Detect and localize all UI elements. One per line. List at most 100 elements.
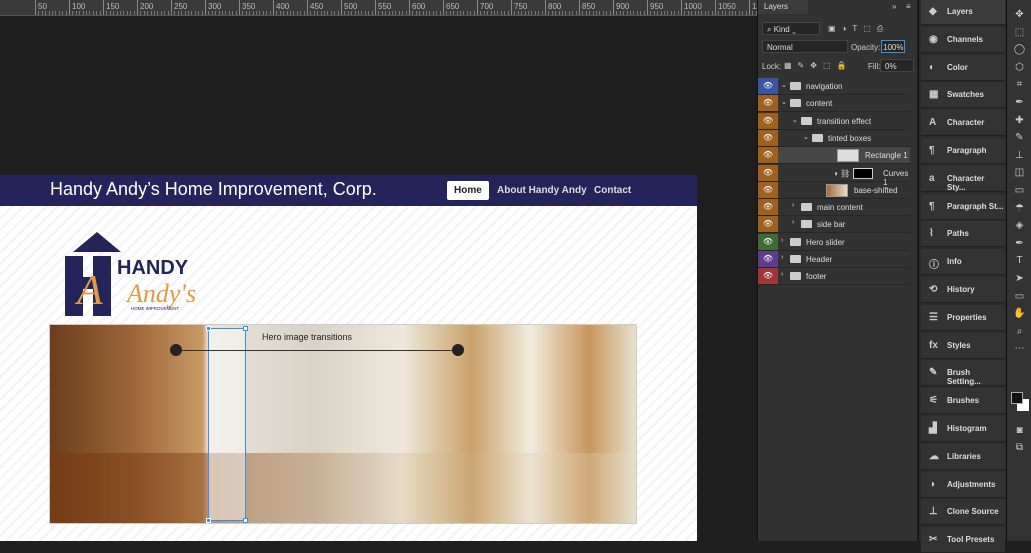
kind-filter-dropdown[interactable]: ⌕ Kind ⌄ (762, 22, 820, 35)
screen-mode-icon[interactable]: ⧉ (1007, 442, 1031, 459)
document-canvas[interactable]: Handy Andy’s Home Improvement, Corp. Hom… (0, 175, 697, 541)
tool-icon[interactable]: ▭ (1007, 291, 1031, 308)
layer-row[interactable]: 👁 ⌄ content (758, 95, 910, 113)
dock-item-character-sty[interactable]: a Character Sty... (921, 165, 1005, 192)
dock-item-channels[interactable]: ◉ Channels (921, 26, 1005, 53)
tool-icon[interactable]: ⊥ (1007, 150, 1031, 167)
layer-row[interactable]: 👁 › footer (758, 268, 910, 286)
tool-icon[interactable]: ✥ (1007, 9, 1031, 26)
collapse-icon[interactable]: » (892, 2, 896, 11)
tool-icon[interactable]: T (1007, 255, 1031, 272)
dock-item-swatches[interactable]: ▦ Swatches (921, 82, 1005, 109)
visibility-eye-icon[interactable]: 👁 (758, 95, 778, 112)
dock-item-libraries[interactable]: ☁ Libraries (921, 443, 1005, 470)
tool-icon[interactable]: ✎ (1007, 132, 1031, 149)
ruler-minor-tick (732, 11, 733, 15)
dock-item-styles[interactable]: fx Styles (921, 332, 1005, 359)
nav-contact[interactable]: Contact (587, 181, 638, 200)
tool-icon[interactable]: ✒ (1007, 97, 1031, 114)
chevron-down-icon[interactable]: ⌄ (781, 98, 787, 106)
ruler-minor-tick (262, 11, 264, 15)
chevron-down-icon[interactable]: ⌄ (781, 81, 787, 89)
layer-row[interactable]: 👁 ⌄ navigation (758, 78, 910, 95)
chevron-right-icon[interactable]: › (792, 202, 794, 209)
layer-row[interactable]: 👁 › Hero slider (758, 233, 910, 251)
dock-item-tool-presets[interactable]: ✂ Tool Presets (921, 527, 1005, 553)
tool-icon[interactable]: ◫ (1007, 167, 1031, 184)
tool-icon[interactable]: ⋯ (1007, 343, 1031, 360)
filter-icons[interactable]: ▣◑T⬚⎙ (828, 24, 889, 34)
nav-about[interactable]: About Handy Andy (490, 181, 594, 200)
dock-item-layers[interactable]: ◆ Layers (921, 0, 1005, 25)
tool-icon[interactable]: ⬚ (1007, 27, 1031, 44)
dock-item-brush-setting[interactable]: ✎ Brush Setting... (921, 360, 1005, 387)
dock-item-histogram[interactable]: ▟ Histogram (921, 416, 1005, 442)
transform-handle[interactable] (206, 518, 211, 523)
visibility-eye-icon[interactable]: 👁 (758, 268, 778, 285)
visibility-eye-icon[interactable]: 👁 (758, 181, 778, 198)
ruler-minor-tick (497, 11, 499, 15)
layer-row[interactable]: 👁 ◑ ⛓ Curves 1 (758, 164, 910, 187)
dock-item-brushes[interactable]: ⚟ Brushes (921, 388, 1005, 415)
ruler-minor-tick (531, 11, 533, 15)
layer-row[interactable]: 👁 Rectangle 1 (758, 147, 910, 165)
tool-icon[interactable]: ▭ (1007, 185, 1031, 202)
visibility-eye-icon[interactable]: 👁 (758, 164, 778, 181)
visibility-eye-icon[interactable]: 👁 (758, 216, 778, 233)
nav-home[interactable]: Home (447, 181, 489, 200)
dock-item-properties[interactable]: ☰ Properties (921, 304, 1005, 331)
opacity-input[interactable]: 100% (881, 40, 905, 53)
dock-item-paragraph-st[interactable]: ¶ Paragraph St... (921, 193, 1005, 220)
tinted-rectangle-selection[interactable] (206, 326, 248, 523)
transform-handle[interactable] (243, 518, 248, 523)
visibility-eye-icon[interactable]: 👁 (758, 147, 778, 164)
layer-row[interactable]: 👁 base-shifted (758, 181, 910, 199)
tool-icon[interactable]: ◈ (1007, 220, 1031, 237)
tool-icon[interactable]: ✚ (1007, 115, 1031, 132)
layer-row[interactable]: 👁 › side bar (758, 216, 910, 234)
layer-row[interactable]: 👁 ⌄ transition effect (758, 112, 910, 130)
fill-input[interactable]: 0% (880, 59, 914, 72)
tool-icon[interactable]: ☂ (1007, 203, 1031, 220)
transform-handle[interactable] (243, 326, 248, 331)
visibility-eye-icon[interactable]: 👁 (758, 129, 778, 146)
chevron-right-icon[interactable]: › (781, 271, 783, 278)
tool-icon[interactable]: ➤ (1007, 273, 1031, 290)
tab-layers[interactable]: Layers (758, 0, 808, 14)
transform-handle[interactable] (206, 326, 211, 331)
horizontal-ruler[interactable]: 50 100 150 200 250 300 350 400 450 500 550 600 650 70… (0, 0, 757, 16)
dock-item-info[interactable]: ⓘ Info (921, 249, 1005, 276)
visibility-eye-icon[interactable]: 👁 (758, 251, 778, 267)
foreground-color-swatch[interactable] (1011, 392, 1023, 404)
layer-row[interactable]: 👁 › Header (758, 251, 910, 268)
panel-menu-icon[interactable]: ≡ (906, 2, 911, 11)
layer-row[interactable]: 👁 › main content (758, 199, 910, 217)
dock-item-paragraph[interactable]: ¶ Paragraph (921, 138, 1005, 164)
lock-icons[interactable]: ▦✎✥⬚🔒 (784, 61, 852, 70)
tool-icon[interactable]: ✒ (1007, 238, 1031, 255)
visibility-eye-icon[interactable]: 👁 (758, 78, 778, 94)
tool-icon[interactable]: ⌗ (1007, 79, 1031, 96)
chevron-right-icon[interactable]: › (792, 219, 794, 226)
chevron-right-icon[interactable]: › (781, 237, 783, 244)
tool-icon[interactable]: ◯ (1007, 44, 1031, 61)
dock-item-history[interactable]: ⟲ History (921, 277, 1005, 303)
tool-icon[interactable]: ✋ (1007, 308, 1031, 325)
visibility-eye-icon[interactable]: 👁 (758, 112, 778, 129)
visibility-eye-icon[interactable]: 👁 (758, 199, 778, 216)
dock-item-adjustments[interactable]: ◑ Adjustments (921, 471, 1005, 498)
dock-item-color[interactable]: ◐ Color (921, 54, 1005, 81)
chevron-down-icon[interactable]: ⌄ (803, 133, 809, 141)
dock-item-paths[interactable]: ⌇ Paths (921, 221, 1005, 248)
blend-mode-dropdown[interactable]: Normal (762, 40, 848, 53)
ruler-minor-tick (558, 11, 560, 15)
layer-row[interactable]: 👁 ⌄ tinted boxes (758, 129, 910, 147)
tool-icon[interactable]: ⬡ (1007, 62, 1031, 79)
dock-item-character[interactable]: A Character (921, 110, 1005, 137)
tool-icon[interactable]: ⌕ (1007, 326, 1031, 343)
quick-mask-icon[interactable]: ◙ (1007, 425, 1031, 442)
chevron-right-icon[interactable]: › (781, 254, 783, 261)
dock-item-clone-source[interactable]: ⊥ Clone Source (921, 499, 1005, 526)
chevron-down-icon[interactable]: ⌄ (792, 116, 798, 124)
visibility-eye-icon[interactable]: 👁 (758, 233, 778, 250)
